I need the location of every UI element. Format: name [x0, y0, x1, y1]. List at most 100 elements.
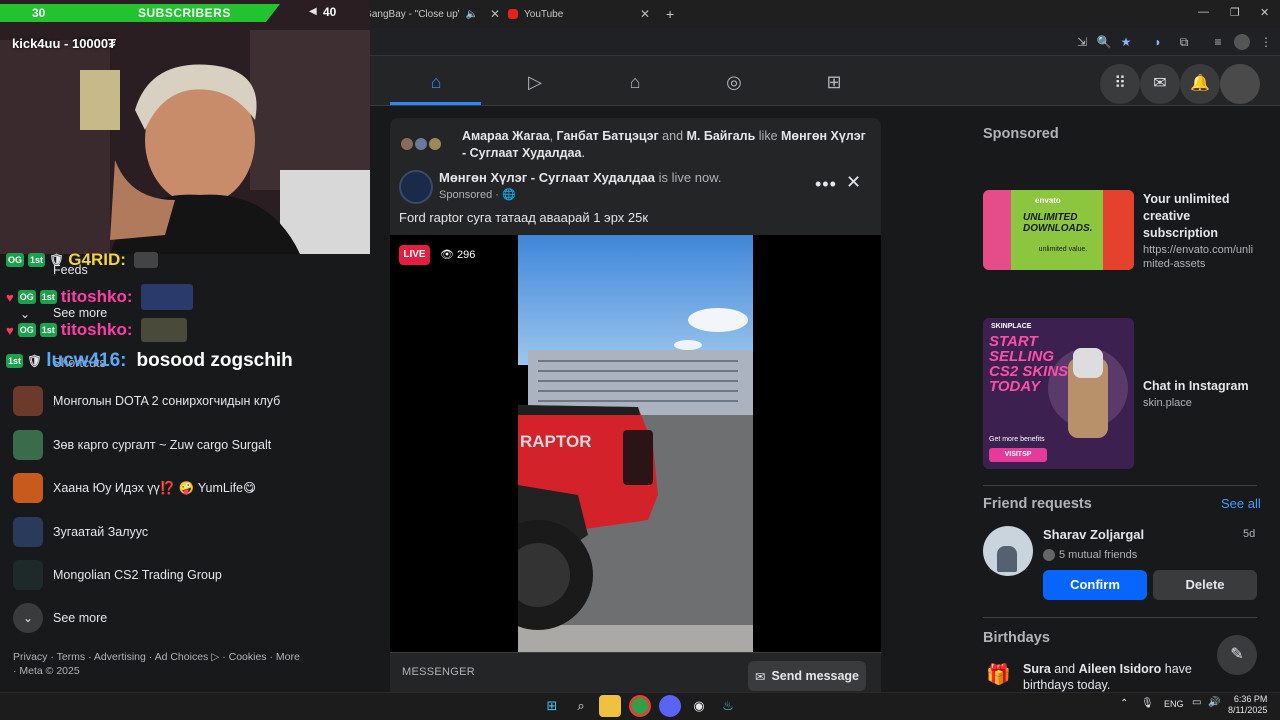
footer-links[interactable]: Privacy · Terms · Advertising · Ad Choic… [13, 650, 303, 678]
sidebar-group-cargo[interactable]: Зөв карго сургалт ~ Zuw cargo Surgalt [13, 430, 313, 460]
gift-icon: 🎁 [986, 664, 1011, 686]
restore-icon[interactable]: ❐ [1230, 6, 1240, 19]
liker-name[interactable]: М. Байгаль [687, 129, 756, 143]
see-more-link[interactable]: See more [53, 611, 107, 625]
messenger-icon[interactable]: ✉ [1140, 64, 1180, 104]
first-badge: 1st [39, 290, 57, 304]
menu-grid-icon[interactable]: ⠿ [1100, 64, 1140, 104]
file-explorer-icon[interactable] [599, 695, 621, 717]
liker-avatar [427, 136, 443, 152]
windows-start-icon[interactable]: ⊞ [541, 695, 563, 717]
ad-title[interactable]: Chat in Instagram [1143, 378, 1258, 395]
window-close-icon[interactable]: ✕ [1260, 6, 1269, 19]
notifications-bell-icon[interactable]: 🔔 [1180, 64, 1220, 104]
chat-username: titoshko: [60, 320, 133, 339]
group-icon [13, 386, 43, 416]
skinplace-ad-image[interactable]: SKINPLACE START SELLING CS2 SKINS TODAY … [983, 318, 1134, 469]
confirm-button[interactable]: Confirm [1043, 570, 1147, 600]
zoom-icon[interactable]: 🔍 [1096, 34, 1112, 50]
friend-request-avatar[interactable] [983, 526, 1033, 576]
bookmark-star-icon[interactable]: ★ [1118, 34, 1134, 50]
sidebar-group-cs2[interactable]: Mongolian CS2 Trading Group [13, 560, 313, 590]
donation-alert: kick4uu - 10000₮ [12, 36, 117, 51]
group-label: Хаана Юу Идэх үү⁉️ 🤪 YumLife😋 [53, 481, 257, 495]
post-text: Ford raptor суга татаад аваарай 1 эрх 25… [399, 210, 649, 225]
og-badge: OG [17, 323, 36, 337]
hide-post-close-icon[interactable]: ✕ [846, 172, 861, 193]
taskbar-clock[interactable]: 6:36 PM 8/11/2025 [1228, 694, 1267, 716]
more-options-icon[interactable]: ••• [815, 174, 837, 195]
first-badge: 1st [28, 253, 46, 267]
cast-icon[interactable]: ⇲ [1074, 34, 1090, 50]
chat-message: OG 1st 🛡 G4RID: [6, 250, 158, 270]
network-icon[interactable]: ▭ [1192, 697, 1201, 708]
account-avatar[interactable] [1220, 64, 1260, 104]
video-frame[interactable]: RAPTOR [518, 235, 753, 652]
shield-icon: 🛡 [27, 354, 43, 368]
close-icon[interactable]: ✕ [490, 7, 500, 21]
steam-icon[interactable]: ♨ [717, 695, 739, 717]
ad-title[interactable]: Your unlimited creative subscription [1143, 191, 1258, 242]
new-tab-button[interactable]: + [666, 6, 674, 22]
groups-icon[interactable]: ◎ [722, 70, 746, 94]
profile-icon[interactable] [1234, 34, 1250, 50]
new-message-button[interactable]: ✎ [1217, 635, 1257, 675]
stream-viewers: 40 [323, 5, 337, 19]
home-icon[interactable]: ⌂ [424, 70, 448, 94]
microphone-icon[interactable]: 🎙 [1141, 698, 1154, 709]
tray-chevron-icon[interactable]: ⌃ [1120, 698, 1128, 709]
friend-requests-heading: Friend requests [983, 496, 1092, 512]
tab-gangbay[interactable]: GangBay - "Close up" ft Er 🔈 ✕ [350, 4, 500, 24]
tab-youtube[interactable]: YouTube ✕ [508, 4, 658, 24]
shield-icon: 🛡 [49, 253, 65, 267]
viewer-count: 👁 296 [440, 248, 475, 261]
group-label: Mongolian CS2 Trading Group [53, 568, 222, 582]
chevron-down-icon[interactable]: ⌄ [13, 603, 43, 633]
visit-button: VISITSP [989, 448, 1047, 462]
chat-emote [133, 252, 158, 268]
envato-ad-image[interactable]: envato UNLIMITED DOWNLOADS. unlimited va… [983, 190, 1134, 270]
page-name-link[interactable]: Мөнгөн Хүлэг - Суглаат Худалдаа [439, 170, 655, 185]
friend-request-name[interactable]: Sharav Zoljargal [1043, 527, 1144, 542]
language-indicator[interactable]: ENG [1164, 699, 1184, 709]
tab-label: GangBay - "Close up" ft Er [364, 8, 459, 20]
delete-button[interactable]: Delete [1153, 570, 1257, 600]
first-badge: 1st [39, 323, 57, 337]
envato-ad-headline: UNLIMITED DOWNLOADS. [1023, 212, 1093, 234]
birthday-person[interactable]: Sura [1023, 662, 1051, 676]
clock-time: 6:36 PM [1233, 694, 1268, 704]
address-bar[interactable] [370, 28, 1280, 56]
liker-name[interactable]: Ганбат Батцэцэг [557, 129, 659, 143]
youtube-icon [508, 9, 518, 19]
extension-icon[interactable]: ◗ [1150, 34, 1166, 50]
volume-icon[interactable]: 🔊 [1208, 697, 1220, 708]
group-icon [13, 560, 43, 590]
chat-emote [140, 318, 187, 342]
sidebar-group-yumlife[interactable]: Хаана Юу Идэх үү⁉️ 🤪 YumLife😋 [13, 473, 313, 503]
discord-icon[interactable] [659, 695, 681, 717]
active-tab-indicator [390, 102, 481, 105]
sidebar-group-dota[interactable]: Монголын DOTA 2 сонирхогчидын клуб [13, 386, 293, 416]
chat-text: bosood zogschih [136, 350, 293, 371]
puzzle-icon[interactable]: ⧉ [1176, 34, 1192, 50]
page-avatar[interactable] [399, 170, 433, 204]
chrome-icon[interactable] [629, 695, 651, 717]
chat-message: 1st 🛡 lucw416: bosood zogschih [6, 350, 293, 372]
minimize-icon[interactable]: — [1198, 6, 1209, 18]
skinplace-logo-text: SKINPLACE [991, 323, 1032, 330]
search-icon[interactable]: ⌕ [570, 695, 592, 717]
video-icon[interactable]: ▷ [523, 70, 547, 94]
send-message-button[interactable]: ✉ Send message [748, 661, 866, 691]
liker-name[interactable]: Амараа Жагаа [462, 129, 550, 143]
obs-icon[interactable]: ◉ [688, 695, 710, 717]
see-all-link[interactable]: See all [1221, 496, 1261, 511]
gaming-icon[interactable]: ⊞ [822, 70, 846, 94]
sidebar-group-zugaatai[interactable]: Зугаатай Залуус [13, 517, 313, 547]
birthday-person[interactable]: Aileen Isidoro [1079, 662, 1162, 676]
kebab-menu-icon[interactable]: ⋮ [1258, 34, 1274, 50]
reading-list-icon[interactable]: ≡ [1210, 34, 1226, 50]
close-icon[interactable]: ✕ [640, 7, 650, 21]
marketplace-icon[interactable]: ⌂ [623, 70, 647, 94]
skinplace-ad-headline: START SELLING CS2 SKINS TODAY [989, 333, 1069, 395]
post-header: Мөнгөн Хүлэг - Суглаат Худалдаа is live … [439, 170, 722, 185]
